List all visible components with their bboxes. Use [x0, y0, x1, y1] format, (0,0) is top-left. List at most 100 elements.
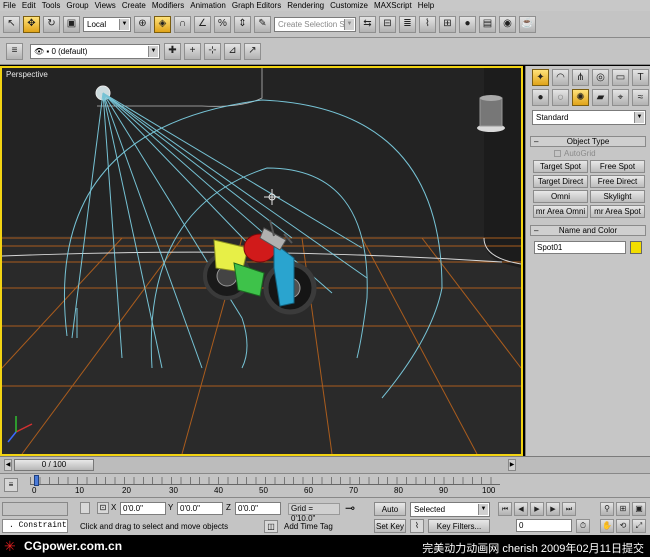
- lights-icon[interactable]: ✺: [572, 89, 589, 106]
- spinner-snap-icon[interactable]: ⇕: [234, 15, 251, 33]
- z-coordinate-field[interactable]: 0'0.0": [235, 502, 281, 515]
- menu-graph-editors[interactable]: Graph Editors: [232, 0, 281, 11]
- selection-lock-icon[interactable]: [80, 502, 90, 514]
- highlight-layer-icon[interactable]: ⊿: [224, 42, 241, 60]
- free-direct-button[interactable]: Free Direct: [590, 175, 645, 188]
- tab-hierarchy-icon[interactable]: ⋔: [572, 69, 589, 86]
- set-key-button[interactable]: Set Key: [374, 519, 406, 533]
- tab-create-icon[interactable]: ✦: [532, 69, 549, 86]
- render-setup-icon[interactable]: ▤: [479, 15, 496, 33]
- tab-display-icon[interactable]: ▭: [612, 69, 629, 86]
- add-time-tag-button[interactable]: Add Time Tag: [284, 522, 333, 531]
- object-color-swatch[interactable]: [630, 241, 642, 254]
- pan-icon[interactable]: ✋: [600, 519, 614, 533]
- select-object-icon[interactable]: ↖: [3, 15, 20, 33]
- time-cursor[interactable]: [34, 475, 39, 486]
- target-direct-button[interactable]: Target Direct: [533, 175, 588, 188]
- shapes-icon[interactable]: ◌: [552, 89, 569, 106]
- select-and-rotate-icon[interactable]: ↻: [43, 15, 60, 33]
- curve-editor-icon[interactable]: ⌇: [419, 15, 436, 33]
- geometry-icon[interactable]: ●: [532, 89, 549, 106]
- viewport-label[interactable]: Perspective: [6, 70, 48, 79]
- next-frame-icon[interactable]: ▶: [508, 459, 516, 471]
- select-layer-objects-icon[interactable]: ⊹: [204, 42, 221, 60]
- constraint-field[interactable]: . Constraint: [2, 519, 68, 533]
- schematic-view-icon[interactable]: ⊞: [439, 15, 456, 33]
- key-mode-dropdown[interactable]: Selected ▼: [410, 502, 490, 517]
- select-and-scale-icon[interactable]: ▣: [63, 15, 80, 33]
- time-slider[interactable]: ◀ 0 / 100 ▶: [0, 456, 650, 473]
- set-current-layer-icon[interactable]: ↗: [244, 42, 261, 60]
- frame-indicator[interactable]: 0 / 100: [14, 459, 94, 471]
- prev-frame-icon[interactable]: ◀: [4, 459, 12, 471]
- menu-maxscript[interactable]: MAXScript: [374, 0, 412, 11]
- default-tangent-icon[interactable]: ⌇: [410, 519, 424, 533]
- named-selection-dropdown[interactable]: Create Selection Set ▼: [274, 16, 356, 32]
- menu-modifiers[interactable]: Modifiers: [152, 0, 184, 11]
- menu-help[interactable]: Help: [418, 0, 434, 11]
- time-config-icon[interactable]: ⏱: [576, 519, 590, 533]
- zoom-icon[interactable]: ⚲: [600, 502, 614, 516]
- reference-coordinate-dropdown[interactable]: Local ▼: [83, 16, 131, 32]
- target-spot-button[interactable]: Target Spot: [533, 160, 588, 173]
- menu-tools[interactable]: Tools: [42, 0, 61, 11]
- edit-named-selection-icon[interactable]: ✎: [254, 15, 271, 33]
- menu-customize[interactable]: Customize: [330, 0, 368, 11]
- mr-area-spot-button[interactable]: mr Area Spot: [590, 205, 645, 218]
- maxscript-listener[interactable]: [2, 502, 68, 516]
- snap-toggle-icon[interactable]: ∩: [174, 15, 191, 33]
- orbit-icon[interactable]: ⟲: [616, 519, 630, 533]
- select-manipulate-icon[interactable]: ◈: [154, 15, 171, 33]
- previous-frame-icon[interactable]: ◀: [514, 502, 528, 516]
- name-color-rollout-title[interactable]: – Name and Color: [530, 225, 646, 236]
- render-frame-icon[interactable]: ◉: [499, 15, 516, 33]
- go-to-start-icon[interactable]: ⏮: [498, 502, 512, 516]
- menu-rendering[interactable]: Rendering: [287, 0, 324, 11]
- quick-render-icon[interactable]: ☕: [519, 15, 536, 33]
- tab-modify-icon[interactable]: ◠: [552, 69, 569, 86]
- angle-snap-icon[interactable]: ∠: [194, 15, 211, 33]
- maximize-viewport-icon[interactable]: ⤢: [632, 519, 646, 533]
- tab-utilities-icon[interactable]: T: [632, 69, 649, 86]
- next-frame-icon[interactable]: ▶: [546, 502, 560, 516]
- material-editor-icon[interactable]: ●: [459, 15, 476, 33]
- menu-file[interactable]: File: [3, 0, 16, 11]
- helpers-icon[interactable]: ⌖: [612, 89, 629, 106]
- align-icon[interactable]: ⊟: [379, 15, 396, 33]
- cameras-icon[interactable]: ▰: [592, 89, 609, 106]
- play-icon[interactable]: ▶: [530, 502, 544, 516]
- select-and-move-icon[interactable]: ✥: [23, 15, 40, 33]
- object-name-field[interactable]: Spot01: [534, 241, 626, 254]
- autogrid-checkbox[interactable]: AutoGrid: [554, 149, 596, 158]
- free-spot-button[interactable]: Free Spot: [590, 160, 645, 173]
- zoom-all-icon[interactable]: ⊞: [616, 502, 630, 516]
- auto-key-button[interactable]: Auto Key: [374, 502, 406, 527]
- layer-manager-icon[interactable]: ≡: [6, 42, 23, 60]
- menu-edit[interactable]: Edit: [22, 0, 36, 11]
- menu-animation[interactable]: Animation: [190, 0, 226, 11]
- time-tag-icon[interactable]: ◫: [264, 520, 278, 533]
- y-coordinate-field[interactable]: 0'0.0": [177, 502, 223, 515]
- object-type-rollout-title[interactable]: – Object Type: [530, 136, 646, 147]
- current-frame-field[interactable]: 0: [516, 519, 572, 532]
- add-to-layer-icon[interactable]: +: [184, 42, 201, 60]
- omni-button[interactable]: Omni: [533, 190, 588, 203]
- light-category-dropdown[interactable]: Standard ▼: [532, 110, 646, 125]
- go-to-end-icon[interactable]: ⏭: [562, 502, 576, 516]
- track-bar[interactable]: ≡ 0 10 20 30 40 50 60 70 80 90 100: [0, 473, 650, 497]
- menu-create[interactable]: Create: [122, 0, 146, 11]
- perspective-viewport[interactable]: Perspective: [0, 66, 523, 456]
- zoom-extents-icon[interactable]: ▣: [632, 502, 646, 516]
- layer-manager-icon[interactable]: ≣: [399, 15, 416, 33]
- menu-group[interactable]: Group: [66, 0, 88, 11]
- current-layer-dropdown[interactable]: 👁︎ ▪ 0 (default) ▼: [30, 43, 160, 59]
- menu-views[interactable]: Views: [95, 0, 116, 11]
- mirror-icon[interactable]: ⇆: [359, 15, 376, 33]
- create-layer-icon[interactable]: ✚: [164, 42, 181, 60]
- mr-area-omni-button[interactable]: mr Area Omni: [533, 205, 588, 218]
- key-filters-button[interactable]: Key Filters...: [428, 519, 490, 533]
- percent-snap-icon[interactable]: %: [214, 15, 231, 33]
- skylight-button[interactable]: Skylight: [590, 190, 645, 203]
- space-warps-icon[interactable]: ≈: [632, 89, 649, 106]
- mini-curve-editor-icon[interactable]: ≡: [4, 478, 18, 492]
